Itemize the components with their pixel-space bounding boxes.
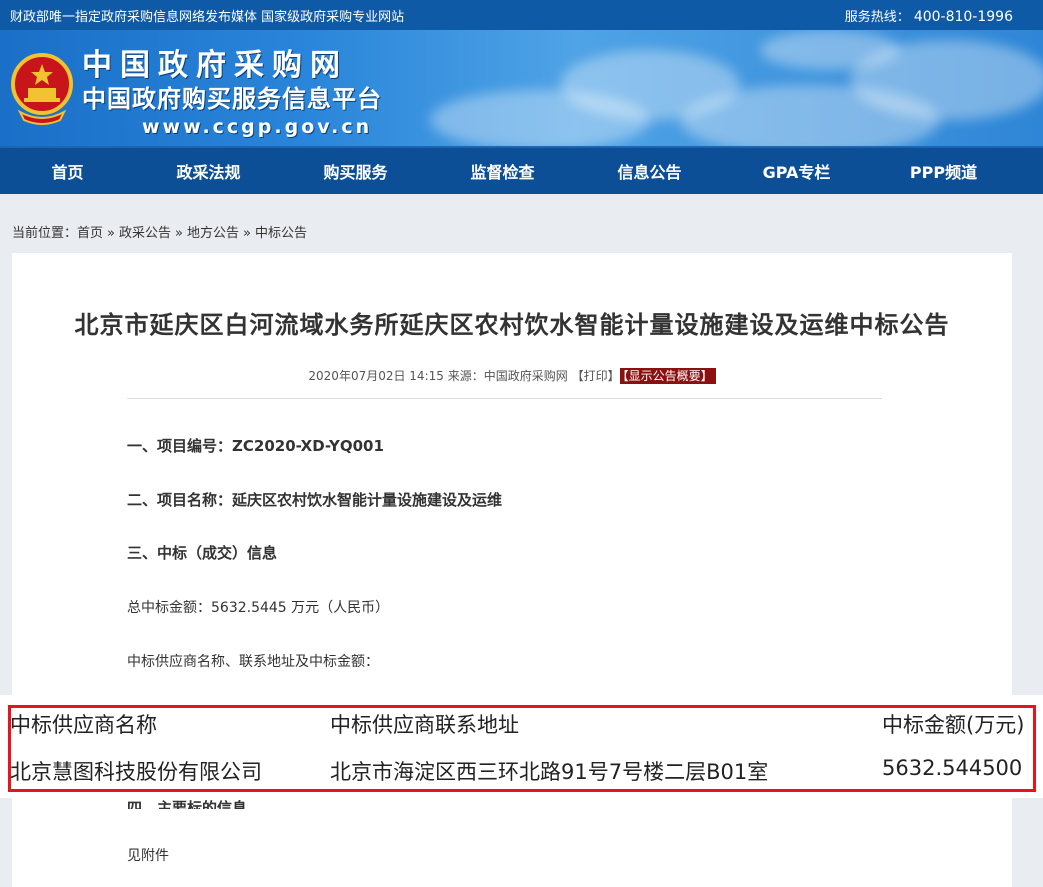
publish-date: 2020年07月02日 14:15 xyxy=(308,369,444,383)
nav-announcements[interactable]: 信息公告 xyxy=(576,159,723,183)
nav-home[interactable]: 首页 xyxy=(0,159,135,183)
site-logo-text[interactable]: 中国政府采购网 中国政府购买服务信息平台 www.ccgp.gov.cn xyxy=(82,48,382,140)
article-source: 来源：中国政府采购网 xyxy=(447,369,568,383)
breadcrumb-procurement-notices[interactable]: 政采公告 xyxy=(119,226,171,241)
nav-purchase-services[interactable]: 购买服务 xyxy=(282,159,429,183)
print-button[interactable]: 【打印】 xyxy=(572,369,620,383)
breadcrumb: 当前位置：首页» 政采公告» 地方公告» 中标公告 xyxy=(12,226,307,241)
breadcrumb-home[interactable]: 首页 xyxy=(77,226,103,241)
site-tagline: 财政部唯一指定政府采购信息网络发布媒体 国家级政府采购专业网站 xyxy=(10,9,405,25)
total-award-amount: 总中标金额：5632.5445 万元（人民币） xyxy=(127,600,390,616)
site-url: www.ccgp.gov.cn xyxy=(142,116,373,138)
top-bar: 财政部唯一指定政府采购信息网络发布媒体 国家级政府采购专业网站 服务热线： 400… xyxy=(0,0,1043,30)
section-project-name: 二、项目名称：延庆区农村饮水智能计量设施建设及运维 xyxy=(127,491,503,509)
site-subtitle: 中国政府购买服务信息平台 xyxy=(82,85,382,113)
section-award-info: 三、中标（成交）信息 xyxy=(127,544,278,562)
nav-regulations[interactable]: 政采法规 xyxy=(135,159,282,183)
title-divider xyxy=(127,398,882,399)
breadcrumb-award-notices[interactable]: 中标公告 xyxy=(255,226,307,241)
section-project-number: 一、项目编号：ZC2020-XD-YQ001 xyxy=(127,437,384,455)
winner-table: 中标供应商名称 中标供应商联系地址 中标金额(万元) 北京慧图科技股份有限公司 … xyxy=(0,695,1043,798)
nav-gpa[interactable]: GPA专栏 xyxy=(723,159,870,183)
article-title: 北京市延庆区白河流域水务所延庆区农村饮水智能计量设施建设及运维中标公告 xyxy=(74,311,950,339)
national-emblem-icon[interactable] xyxy=(10,50,74,126)
highlight-frame xyxy=(8,705,1036,792)
hotline-number: 400-810-1996 xyxy=(913,8,1013,25)
site-title: 中国政府采购网 xyxy=(82,48,348,83)
article-meta: 2020年07月02日 14:15 来源：中国政府采购网 【打印】 【显示公告概要… xyxy=(12,367,1012,384)
main-nav: 首页 政采法规 购买服务 监督检查 信息公告 GPA专栏 PPP频道 xyxy=(0,146,1043,194)
section-main-items: 四、主要标的信息 xyxy=(127,799,248,809)
service-hotline: 服务热线： 400-810-1996 xyxy=(844,8,1013,25)
breadcrumb-local-notices[interactable]: 地方公告 xyxy=(187,226,239,241)
nav-supervision[interactable]: 监督检查 xyxy=(429,159,576,183)
site-banner: 中国政府采购网 中国政府购买服务信息平台 www.ccgp.gov.cn xyxy=(0,30,1043,146)
show-overview-button[interactable]: 【显示公告概要】 xyxy=(619,368,716,384)
supplier-intro: 中标供应商名称、联系地址及中标金额： xyxy=(127,654,379,670)
attachment-note: 见附件 xyxy=(127,848,169,864)
nav-ppp[interactable]: PPP频道 xyxy=(870,159,1017,183)
